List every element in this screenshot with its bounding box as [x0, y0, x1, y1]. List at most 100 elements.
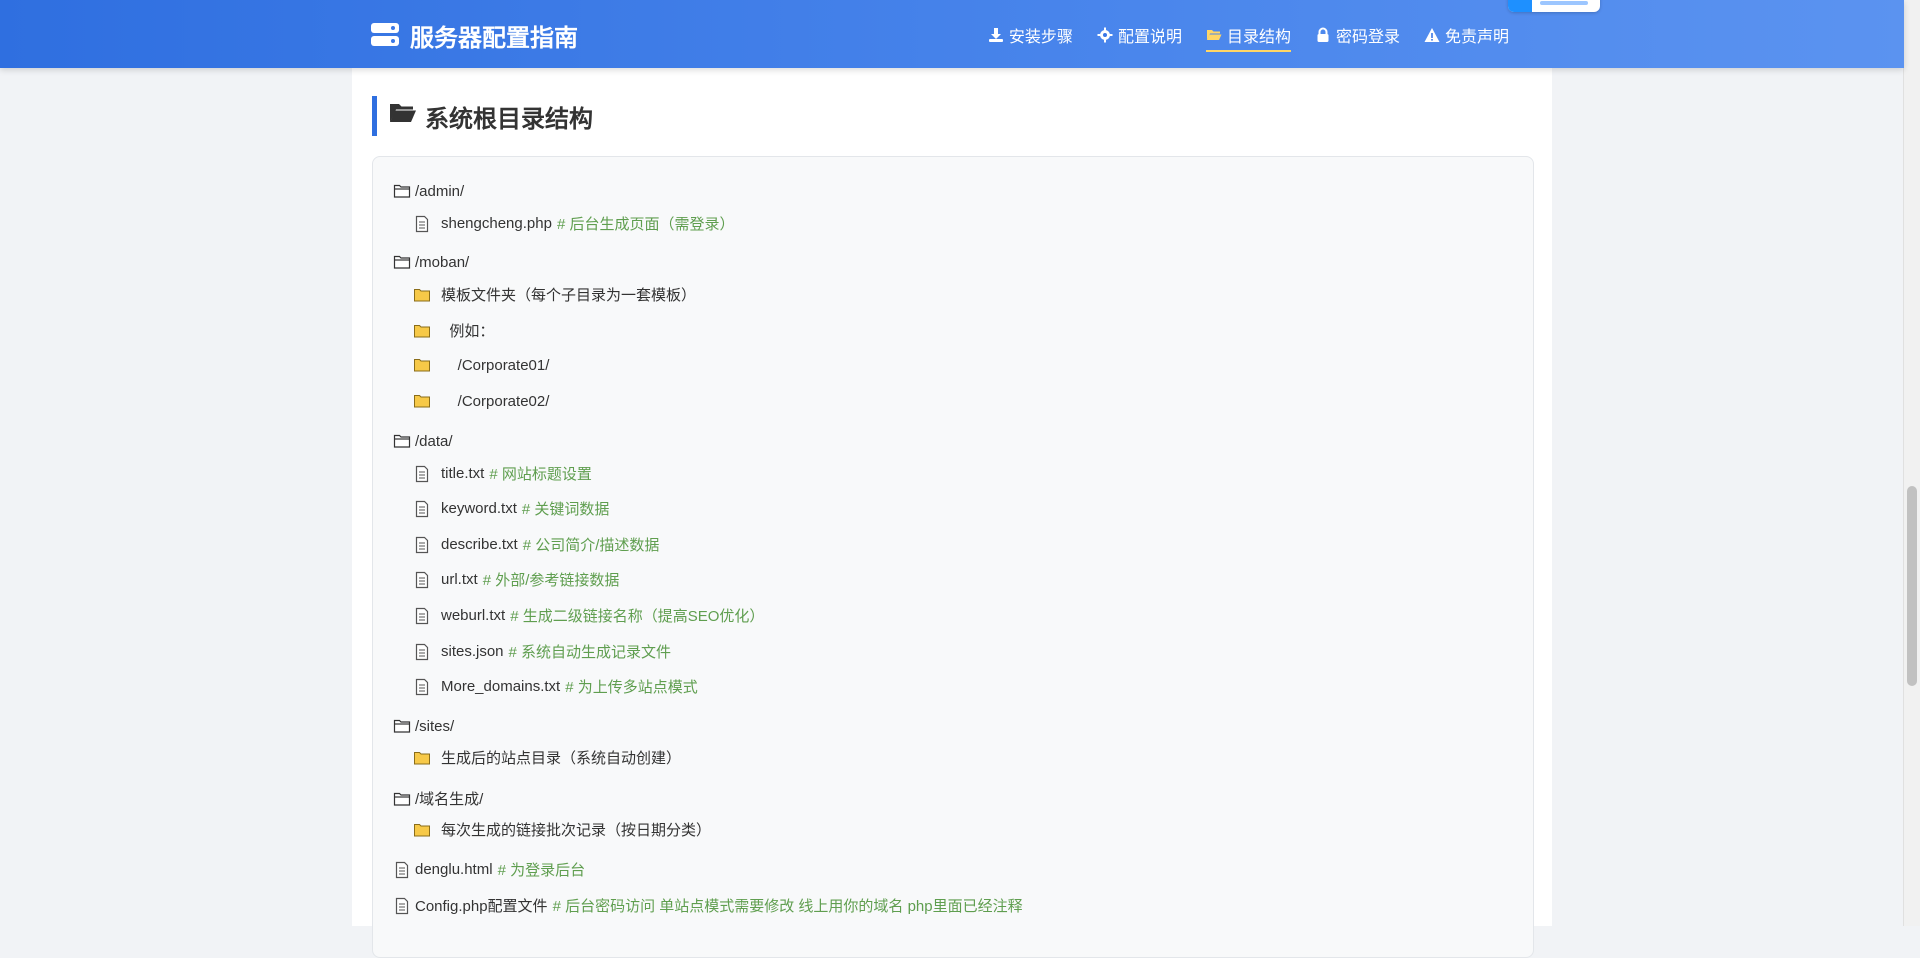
tree-subfolder: /Corporate02/ [413, 392, 549, 410]
folder-name: 模板文件夹（每个子目录为一套模板） [441, 287, 697, 304]
folder-name: 生成后的站点目录（系统自动创建） [441, 750, 682, 767]
nav-label: 安装步骤 [1008, 29, 1073, 46]
file-name: keyword.txt [441, 500, 517, 517]
folder-name: 每次生成的链接批次记录（按日期分类） [441, 822, 712, 839]
folder-open-icon [1206, 27, 1222, 43]
nav-directory-structure[interactable]: 目录结构 [1205, 22, 1291, 52]
tree-file: describe.txt # 公司简介/描述数据 [413, 534, 659, 555]
nav-label: 免责声明 [1444, 29, 1509, 46]
server-icon [370, 21, 400, 49]
file-name: describe.txt [441, 536, 518, 553]
tree-subfolder: /Corporate01/ [413, 356, 549, 374]
file-comment: # 关键词数据 [521, 501, 610, 518]
tree-file: More_domains.txt # 为上传多站点模式 [413, 676, 698, 697]
file-comment: # 网站标题设置 [489, 466, 592, 483]
folder-icon [393, 790, 411, 808]
folder-icon [413, 356, 431, 374]
folder-icon [413, 286, 431, 304]
file-name: weburl.txt [441, 607, 506, 624]
tree-subfolder: 例如： [413, 320, 494, 341]
download-icon [988, 27, 1004, 43]
file-name: More_domains.txt [441, 678, 561, 695]
gear-icon [1097, 27, 1113, 43]
directory-tree: /admin/ shengcheng.php # 后台生成页面（需登录） /mo… [372, 156, 1534, 958]
file-name: shengcheng.php [441, 215, 552, 232]
folder-name: /Corporate01/ [441, 356, 550, 374]
file-icon [393, 897, 411, 915]
file-comment: # 为登录后台 [497, 862, 586, 879]
folder-icon [393, 182, 411, 200]
file-comment: # 外部/参考链接数据 [482, 572, 620, 589]
content-card: 系统根目录结构 /admin/ shengcheng.php # 后台生成页面（… [352, 68, 1552, 958]
tree-folder: /data/ [393, 432, 453, 450]
page-scrollbar[interactable] [1903, 0, 1920, 926]
folder-name: /Corporate02/ [441, 392, 550, 410]
badge-icon [1508, 0, 1532, 12]
tree-file: Config.php配置文件 # 后台密码访问 单站点模式需要修改 线上用你的域… [393, 895, 1023, 916]
warning-icon [1424, 27, 1440, 43]
main-nav: 安装步骤 配置说明 目录结构 密码登录 免责声明 [988, 22, 1509, 52]
tree-file: url.txt # 外部/参考链接数据 [413, 569, 619, 590]
file-comment: # 系统自动生成记录文件 [508, 644, 672, 661]
brand-title: 服务器配置指南 [410, 24, 578, 52]
nav-label: 目录结构 [1226, 29, 1291, 46]
folder-name: 例如： [441, 323, 495, 340]
tree-folder: /域名生成/ [393, 788, 483, 809]
file-comment: # 生成二级链接名称（提高SEO优化） [510, 608, 765, 625]
nav-disclaimer[interactable]: 免责声明 [1424, 22, 1509, 48]
tree-file: sites.json # 系统自动生成记录文件 [413, 641, 671, 662]
tree-folder: /moban/ [393, 253, 469, 271]
folder-name: /moban/ [415, 253, 470, 271]
nav-label: 配置说明 [1117, 29, 1182, 46]
tree-subfolder: 模板文件夹（每个子目录为一套模板） [413, 284, 696, 305]
folder-name: /域名生成/ [415, 791, 484, 808]
top-navbar: 服务器配置指南 安装步骤 配置说明 目录结构 密码登录 免责声明 [0, 0, 1904, 68]
section-heading: 系统根目录结构 [372, 96, 593, 136]
file-icon [413, 643, 431, 661]
file-icon [413, 607, 431, 625]
folder-icon [393, 253, 411, 271]
tree-folder: /admin/ [393, 182, 464, 200]
scrollbar-thumb[interactable] [1907, 486, 1917, 686]
tree-file: title.txt # 网站标题设置 [413, 463, 592, 484]
file-icon [413, 465, 431, 483]
folder-icon [393, 717, 411, 735]
tree-file: shengcheng.php # 后台生成页面（需登录） [413, 213, 734, 234]
file-comment: # 公司简介/描述数据 [522, 537, 660, 554]
file-icon [413, 215, 431, 233]
nav-config-notes[interactable]: 配置说明 [1097, 22, 1182, 48]
file-comment: # 为上传多站点模式 [565, 679, 698, 696]
brand[interactable]: 服务器配置指南 [370, 18, 578, 52]
file-icon [413, 500, 431, 518]
folder-open-icon [389, 101, 417, 132]
file-name: denglu.html [415, 861, 493, 878]
lock-icon [1315, 27, 1331, 43]
file-name: sites.json [441, 643, 504, 660]
folder-name: /admin/ [415, 182, 465, 200]
folder-name: /data/ [415, 432, 453, 450]
tree-file: weburl.txt # 生成二级链接名称（提高SEO优化） [413, 605, 764, 626]
nav-label: 密码登录 [1335, 29, 1400, 46]
file-name: url.txt [441, 571, 478, 588]
tree-file: keyword.txt # 关键词数据 [413, 498, 609, 519]
tree-subfolder: 生成后的站点目录（系统自动创建） [413, 747, 681, 768]
file-comment: # 后台生成页面（需登录） [556, 216, 735, 233]
file-icon [413, 678, 431, 696]
folder-icon [413, 749, 431, 767]
folder-icon [413, 322, 431, 340]
tree-folder: /sites/ [393, 717, 454, 735]
section-title: 系统根目录结构 [425, 105, 593, 133]
file-name: Config.php配置文件 [415, 898, 548, 915]
file-icon [413, 536, 431, 554]
folder-icon [393, 432, 411, 450]
folder-icon [413, 821, 431, 839]
file-icon [393, 861, 411, 879]
floating-badge[interactable] [1508, 0, 1600, 12]
folder-icon [413, 392, 431, 410]
tree-subfolder: 每次生成的链接批次记录（按日期分类） [413, 819, 711, 840]
nav-install-steps[interactable]: 安装步骤 [988, 22, 1073, 48]
nav-password-login[interactable]: 密码登录 [1315, 22, 1400, 48]
file-icon [413, 571, 431, 589]
file-name: title.txt [441, 465, 485, 482]
badge-label-placeholder [1540, 1, 1588, 5]
